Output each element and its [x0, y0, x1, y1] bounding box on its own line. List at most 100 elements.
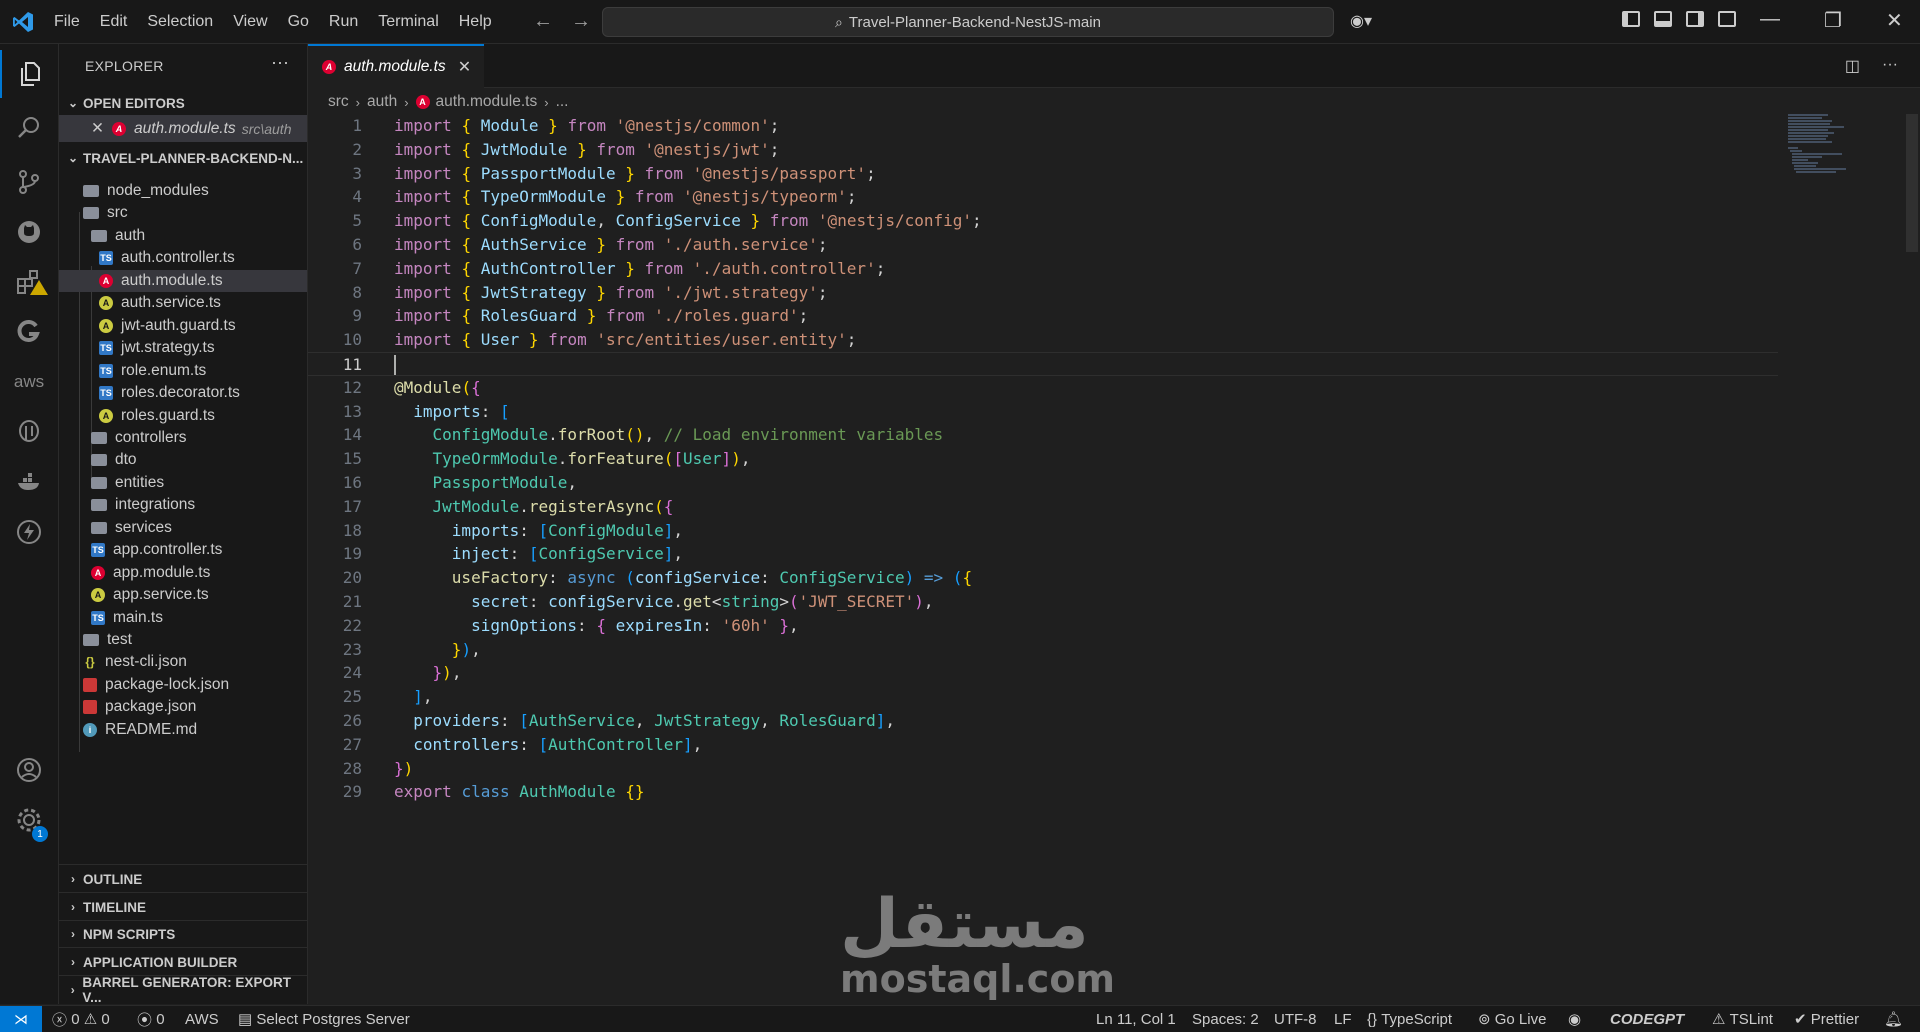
- outline-section[interactable]: › OUTLINE: [59, 868, 307, 890]
- indentation[interactable]: Spaces: 2: [1192, 1006, 1259, 1032]
- open-editors-header[interactable]: ⌄ OPEN EDITORS: [59, 92, 307, 114]
- tree-item[interactable]: package.json: [59, 696, 307, 718]
- tree-item[interactable]: Aroles.guard.ts: [59, 405, 307, 427]
- barrel-generator-section[interactable]: › BARREL GENERATOR: EXPORT V...: [59, 975, 307, 1005]
- postgres-icon[interactable]: [0, 408, 58, 456]
- breadcrumb-file[interactable]: auth.module.ts: [436, 93, 538, 111]
- accounts-icon[interactable]: [0, 746, 58, 794]
- npm-scripts-section[interactable]: › NPM SCRIPTS: [59, 923, 307, 945]
- close-tab-icon[interactable]: ✕: [458, 57, 471, 77]
- more-actions-icon[interactable]: ···: [271, 52, 289, 73]
- tree-item[interactable]: entities: [59, 472, 307, 494]
- remote-indicator-icon[interactable]: ⋊: [0, 1006, 42, 1032]
- thunder-client-icon[interactable]: [0, 508, 58, 556]
- tree-item[interactable]: src: [59, 202, 307, 224]
- notifications-bell-icon[interactable]: 🔔︎: [1884, 1006, 1903, 1032]
- source-control-icon[interactable]: [0, 158, 58, 206]
- cursor-position[interactable]: Ln 11, Col 1: [1096, 1006, 1176, 1032]
- menu-file[interactable]: File: [54, 13, 80, 31]
- tree-item[interactable]: package-lock.json: [59, 674, 307, 696]
- folder-icon: [91, 522, 107, 534]
- project-folder-header[interactable]: ⌄ TRAVEL-PLANNER-BACKEND-N...: [59, 147, 307, 169]
- split-editor-icon[interactable]: ◫: [1845, 56, 1860, 76]
- tree-item[interactable]: TS role.enum.ts: [59, 360, 307, 382]
- eol-label: LF: [1334, 1010, 1352, 1028]
- breadcrumb-symbols[interactable]: ...: [556, 93, 569, 111]
- application-builder-section[interactable]: › APPLICATION BUILDER: [59, 951, 307, 973]
- menu-help[interactable]: Help: [459, 13, 492, 31]
- tree-item[interactable]: TS roles.decorator.ts: [59, 382, 307, 404]
- tslint-status[interactable]: ⚠ TSLint: [1712, 1006, 1773, 1032]
- tab-auth-module[interactable]: A auth.module.ts ✕: [308, 44, 484, 88]
- toggle-panel-icon[interactable]: [1654, 11, 1672, 27]
- forward-arrow-icon[interactable]: →: [571, 10, 591, 33]
- tree-item[interactable]: TS main.ts: [59, 607, 307, 629]
- menu-view[interactable]: View: [233, 13, 267, 31]
- timeline-section[interactable]: › TIMELINE: [59, 896, 307, 918]
- tree-item[interactable]: Aapp.module.ts: [59, 562, 307, 584]
- breadcrumb-auth[interactable]: auth: [367, 93, 397, 111]
- tree-item[interactable]: auth: [59, 225, 307, 247]
- prettier-status[interactable]: ✔ Prettier: [1794, 1006, 1859, 1032]
- tree-item[interactable]: controllers: [59, 427, 307, 449]
- manage-gear-icon[interactable]: 1: [0, 796, 58, 844]
- tree-item[interactable]: dto: [59, 449, 307, 471]
- go-live[interactable]: ⊚ Go Live: [1478, 1006, 1546, 1032]
- menu-selection[interactable]: Selection: [147, 13, 213, 31]
- angular-module-icon: A: [415, 95, 430, 109]
- problems-indicator[interactable]: ⓧ 0 ⚠ 0: [52, 1006, 110, 1032]
- close-window-icon[interactable]: ✕: [1886, 8, 1903, 33]
- tree-item[interactable]: node_modules: [59, 180, 307, 202]
- gitlens-icon[interactable]: [0, 308, 58, 356]
- ports-indicator[interactable]: ⦿ 0: [137, 1006, 165, 1032]
- angular-guard-icon: A: [99, 408, 113, 423]
- customize-layout-icon[interactable]: [1718, 11, 1736, 27]
- end-of-line[interactable]: LF: [1334, 1006, 1352, 1032]
- more-actions-icon[interactable]: ···: [1882, 56, 1898, 76]
- codegpt-status[interactable]: CODEGPT: [1610, 1006, 1684, 1032]
- command-center-search[interactable]: ⌕ Travel-Planner-Backend-NestJS-main: [602, 7, 1334, 37]
- toggle-primary-sidebar-icon[interactable]: [1622, 11, 1640, 27]
- tree-item[interactable]: integrations: [59, 494, 307, 516]
- tree-item[interactable]: Aauth.service.ts: [59, 292, 307, 314]
- menu-run[interactable]: Run: [329, 13, 358, 31]
- tree-item[interactable]: TS app.controller.ts: [59, 539, 307, 561]
- tree-item[interactable]: test: [59, 629, 307, 651]
- aws-status[interactable]: AWS: [185, 1006, 219, 1032]
- scrollbar-thumb[interactable]: [1906, 114, 1918, 252]
- tree-item[interactable]: Aapp.service.ts: [59, 584, 307, 606]
- minimize-icon[interactable]: —: [1760, 8, 1780, 33]
- tree-item[interactable]: Ajwt-auth.guard.ts: [59, 315, 307, 337]
- tree-item-label: controllers: [115, 428, 187, 446]
- open-editor-item[interactable]: ✕ A auth.module.ts src\auth: [59, 115, 307, 142]
- back-arrow-icon[interactable]: ←: [533, 10, 553, 33]
- restore-icon[interactable]: ❐: [1824, 8, 1842, 33]
- breadcrumb-src[interactable]: src: [328, 93, 349, 111]
- tree-item[interactable]: TS jwt.strategy.ts: [59, 337, 307, 359]
- extensions-icon[interactable]: [0, 258, 58, 306]
- minimap[interactable]: [1788, 114, 1878, 174]
- copilot-icon[interactable]: ◉▾: [1350, 11, 1372, 31]
- explorer-icon[interactable]: [0, 50, 60, 98]
- menu-edit[interactable]: Edit: [100, 13, 128, 31]
- docker-icon[interactable]: [0, 458, 58, 506]
- tree-item[interactable]: services: [59, 517, 307, 539]
- tree-item[interactable]: TS auth.controller.ts: [59, 247, 307, 269]
- tree-item-label: jwt-auth.guard.ts: [121, 316, 236, 334]
- line-number: 4: [352, 187, 362, 207]
- search-icon[interactable]: [0, 104, 58, 152]
- language-mode[interactable]: {} TypeScript: [1367, 1006, 1452, 1032]
- menu-go[interactable]: Go: [288, 13, 309, 31]
- close-icon[interactable]: ✕: [91, 119, 104, 138]
- menu-terminal[interactable]: Terminal: [378, 13, 438, 31]
- postgres-status[interactable]: ▤ Select Postgres Server: [238, 1006, 410, 1032]
- toggle-secondary-sidebar-icon[interactable]: [1686, 11, 1704, 27]
- aws-icon[interactable]: aws: [0, 358, 58, 406]
- tree-item[interactable]: i README.md: [59, 719, 307, 741]
- github-icon[interactable]: [0, 208, 58, 256]
- tree-item[interactable]: Aauth.module.ts: [59, 269, 307, 292]
- copilot-status-icon[interactable]: ◉: [1568, 1006, 1581, 1032]
- vertical-scrollbar[interactable]: [1904, 114, 1918, 934]
- tree-item[interactable]: {} nest-cli.json: [59, 651, 307, 673]
- encoding[interactable]: UTF-8: [1274, 1006, 1317, 1032]
